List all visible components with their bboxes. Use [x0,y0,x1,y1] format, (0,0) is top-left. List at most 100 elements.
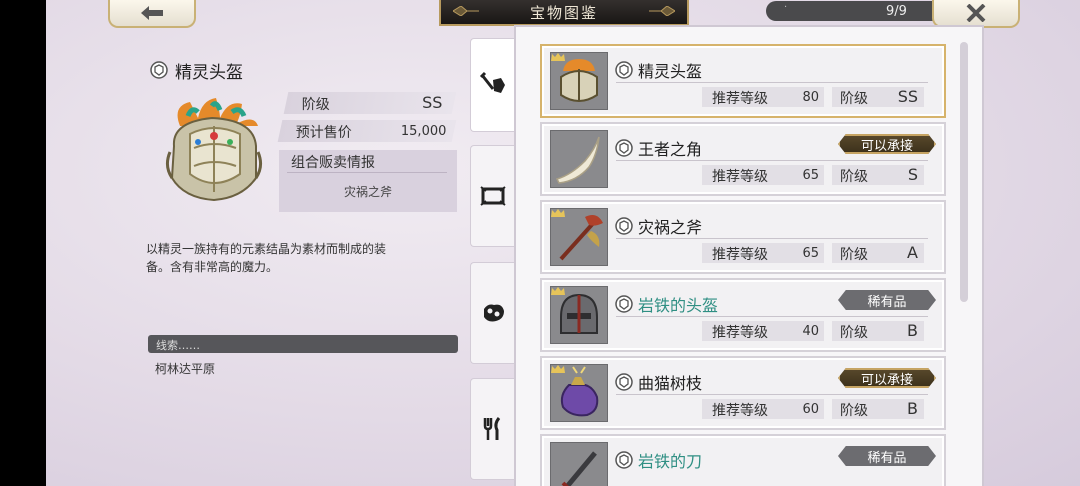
divider [287,172,447,173]
list-item[interactable]: 岩铁的头盔 稀有品 推荐等级 40 阶级 B [540,278,946,352]
inheritable-badge: 可以承接 [838,368,936,388]
combo-sale-info: 组合贩卖情报 灾祸之斧 [279,150,457,212]
clue-header: 线索…… [148,335,458,353]
item-category-icon [615,451,633,469]
item-name: 灾祸之斧 [638,218,703,237]
rare-badge: 稀有品 [838,446,936,466]
rank-value: B [907,321,918,340]
inheritable-badge: 可以承接 [838,134,936,154]
elf-helmet-icon [560,59,598,102]
tab-food[interactable] [470,378,515,480]
utensils-icon [483,417,501,440]
rank-box: 阶级 SS [832,87,924,107]
item-thumbnail [550,442,608,486]
ornament-right-icon [649,6,675,16]
tab-documents[interactable] [470,145,515,247]
detail-price-label: 预计售价 [295,125,352,141]
item-description: 以精灵一族持有的元素结晶为素材而制成的装备。含有非常高的魔力。 [146,242,387,274]
rank-label: 阶级 [840,169,868,185]
item-name: 岩铁的头盔 [638,296,719,315]
elf-helmet-image [165,98,263,202]
level-label: 推荐等级 [712,325,768,341]
divider [616,160,928,161]
rank-label: 阶级 [840,91,868,107]
level-box: 推荐等级 80 [702,87,824,107]
item-category-icon [615,295,633,313]
list-item[interactable]: 精灵头盔 推荐等级 80 阶级 SS [540,44,946,118]
level-label: 推荐等级 [712,247,768,263]
counter-dot: · [784,2,788,13]
level-value: 65 [802,168,819,183]
item-category-icon [615,139,633,157]
list-item[interactable]: 王者之角 可以承接 推荐等级 65 阶级 S [540,122,946,196]
detail-price-value: 15,000 [400,124,446,139]
item-category-icon [615,373,633,391]
level-value: 60 [802,402,819,417]
item-thumbnail [550,208,608,266]
item-thumbnail [550,286,608,344]
close-icon [966,4,986,22]
level-value: 65 [802,246,819,261]
detail-rank-row: 阶级 SS [283,92,457,114]
rank-value: B [907,399,918,418]
scroll-icon [480,186,506,206]
ore-icon [484,304,504,322]
treasure-codex-screen: 宝物图鉴 · 9/9 精灵头盔 阶级 SS 预计售价 15,000 组合贩卖情报 [46,0,1080,486]
ornament-left-icon [453,6,479,16]
rank-label: 阶级 [840,247,868,263]
close-button[interactable] [932,0,1020,28]
tab-materials[interactable] [470,262,515,364]
item-name: 曲猫树枝 [638,374,703,393]
divider [616,82,928,83]
rank-box: 阶级 B [832,399,924,419]
counter-value: 9/9 [886,4,907,19]
divider [616,316,928,317]
rank-box: 阶级 S [832,165,924,185]
item-thumbnail [550,52,608,110]
pouch-icon [560,366,599,417]
list-item[interactable]: 岩铁的刀 稀有品 [540,434,946,486]
rare-badge: 稀有品 [838,290,936,310]
back-button[interactable] [108,0,196,28]
level-box: 推荐等级 60 [702,399,824,419]
detail-rank-value: SS [421,93,443,112]
combo-sale-title: 组合贩卖情报 [291,155,375,171]
detail-price-row: 预计售价 15,000 [277,120,457,142]
rank-value: A [907,243,918,262]
crown-icon [551,53,565,61]
rank-label: 阶级 [840,325,868,341]
level-box: 推荐等级 65 [702,165,824,185]
list-item[interactable]: 灾祸之斧 推荐等级 65 阶级 A [540,200,946,274]
level-label: 推荐等级 [712,403,768,419]
detail-item-name: 精灵头盔 [175,63,243,83]
rank-value: S [907,165,918,184]
rank-label: 阶级 [840,403,868,419]
page-title-bar: 宝物图鉴 [439,0,689,26]
item-name: 精灵头盔 [638,62,703,81]
item-category-icon [615,217,633,235]
clue-label: 线索…… [156,339,200,352]
level-box: 推荐等级 65 [702,243,824,263]
horn-icon [555,136,600,184]
level-value: 80 [802,90,819,105]
item-thumbnail [550,130,608,188]
page-title: 宝物图鉴 [529,3,598,22]
combo-sale-item: 灾祸之斧 [343,185,392,199]
item-thumbnail [550,364,608,422]
crown-icon [551,209,565,217]
item-category-icon [150,61,168,79]
rank-box: 阶级 A [832,243,924,263]
list-scrollbar[interactable] [960,42,968,302]
rank-box: 阶级 B [832,321,924,341]
blade-icon [561,451,597,486]
axe-icon [559,215,603,261]
tab-equipment[interactable] [470,38,515,132]
arrow-left-icon [141,6,163,20]
crown-icon [551,287,565,295]
list-item[interactable]: 曲猫树枝 可以承接 推荐等级 60 阶级 B [540,356,946,430]
detail-rank-label: 阶级 [301,97,330,113]
divider [616,394,928,395]
item-category-icon [615,61,633,79]
iron-helmet-icon [560,293,598,334]
clue-value: 柯林达平原 [155,362,216,376]
